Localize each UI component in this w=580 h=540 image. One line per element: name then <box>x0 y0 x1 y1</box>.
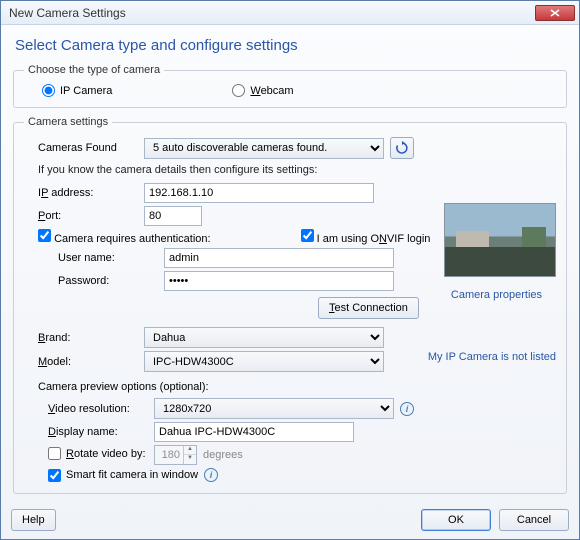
display-name-label: Display name: <box>24 426 154 438</box>
smartfit-checkbox[interactable]: Smart fit camera in window <box>48 469 198 482</box>
video-resolution-label: Video resolution: <box>24 403 154 415</box>
spinner-down[interactable]: ▼ <box>184 455 196 464</box>
username-label: User name: <box>24 252 164 264</box>
password-input[interactable] <box>164 271 394 291</box>
cameras-found-label: Cameras Found <box>24 142 144 154</box>
info-icon[interactable]: i <box>400 402 414 416</box>
camera-preview-thumbnail <box>444 203 556 277</box>
config-hint: If you know the camera details then conf… <box>24 162 556 180</box>
requires-auth-checkbox[interactable]: Camera requires authentication: <box>38 229 211 245</box>
brand-label: Brand: <box>24 332 144 344</box>
test-connection-button[interactable]: Test Connection <box>318 297 419 319</box>
smartfit-label: Smart fit camera in window <box>66 469 198 481</box>
cameras-found-select[interactable]: 5 auto discoverable cameras found. <box>144 138 384 159</box>
ok-button[interactable]: OK <box>421 509 491 531</box>
rotate-video-row: Rotate video by: <box>24 447 154 463</box>
camera-type-group: Choose the type of camera IP Camera Webc… <box>13 64 567 108</box>
rotate-spinner[interactable]: ▲ ▼ <box>154 445 197 465</box>
radio-webcam-label: Webcam <box>250 85 293 97</box>
video-resolution-select[interactable]: 1280x720 <box>154 398 394 419</box>
model-label: Model: <box>24 356 144 368</box>
close-button[interactable] <box>535 5 575 21</box>
brand-select[interactable]: Dahua <box>144 327 384 348</box>
degrees-label: degrees <box>203 449 243 461</box>
dialog-body: Select Camera type and configure setting… <box>1 25 579 503</box>
port-label: Port: <box>24 210 144 222</box>
titlebar: New Camera Settings <box>1 1 579 25</box>
page-heading: Select Camera type and configure setting… <box>15 37 567 54</box>
ip-address-input[interactable] <box>144 183 374 203</box>
refresh-icon <box>395 141 409 155</box>
model-select[interactable]: IPC-HDW4300C <box>144 351 384 372</box>
rotate-label: Rotate video by: <box>66 448 146 460</box>
info-icon[interactable]: i <box>204 468 218 482</box>
radio-ip-camera-label: IP Camera <box>60 85 112 97</box>
radio-webcam[interactable]: Webcam <box>232 84 293 97</box>
cancel-button[interactable]: Cancel <box>499 509 569 531</box>
onvif-input[interactable] <box>301 229 314 242</box>
not-listed-link[interactable]: My IP Camera is not listed <box>428 351 556 363</box>
radio-ip-camera[interactable]: IP Camera <box>42 84 112 97</box>
camera-settings-legend: Camera settings <box>24 116 112 128</box>
radio-webcam-input[interactable] <box>232 84 245 97</box>
camera-type-legend: Choose the type of camera <box>24 64 164 76</box>
rotate-value-input[interactable] <box>155 446 183 464</box>
display-name-input[interactable] <box>154 422 354 442</box>
password-label: Password: <box>24 275 164 287</box>
ip-address-label: IP address: <box>24 187 144 199</box>
dialog-window: New Camera Settings Select Camera type a… <box>0 0 580 540</box>
spinner-buttons[interactable]: ▲ ▼ <box>183 446 196 464</box>
window-title: New Camera Settings <box>9 6 126 20</box>
onvif-checkbox[interactable]: I am using ONVIF login <box>301 229 431 245</box>
spinner-up[interactable]: ▲ <box>184 446 196 455</box>
refresh-button[interactable] <box>390 137 414 159</box>
bottom-bar: Help OK Cancel <box>1 503 579 539</box>
requires-auth-input[interactable] <box>38 229 51 242</box>
preview-options-label: Camera preview options (optional): <box>24 375 556 395</box>
camera-settings-group: Camera settings Cameras Found 5 auto dis… <box>13 116 567 494</box>
help-button[interactable]: Help <box>11 509 56 531</box>
port-input[interactable] <box>144 206 202 226</box>
close-icon <box>550 9 560 17</box>
radio-ip-camera-input[interactable] <box>42 84 55 97</box>
onvif-label: I am using ONVIF login <box>317 233 431 245</box>
requires-auth-label: Camera requires authentication: <box>54 233 211 245</box>
camera-properties-link[interactable]: Camera properties <box>451 289 542 301</box>
username-input[interactable] <box>164 248 394 268</box>
rotate-checkbox[interactable]: Rotate video by: <box>48 447 146 460</box>
smartfit-input[interactable] <box>48 469 61 482</box>
rotate-checkbox-input[interactable] <box>48 447 61 460</box>
